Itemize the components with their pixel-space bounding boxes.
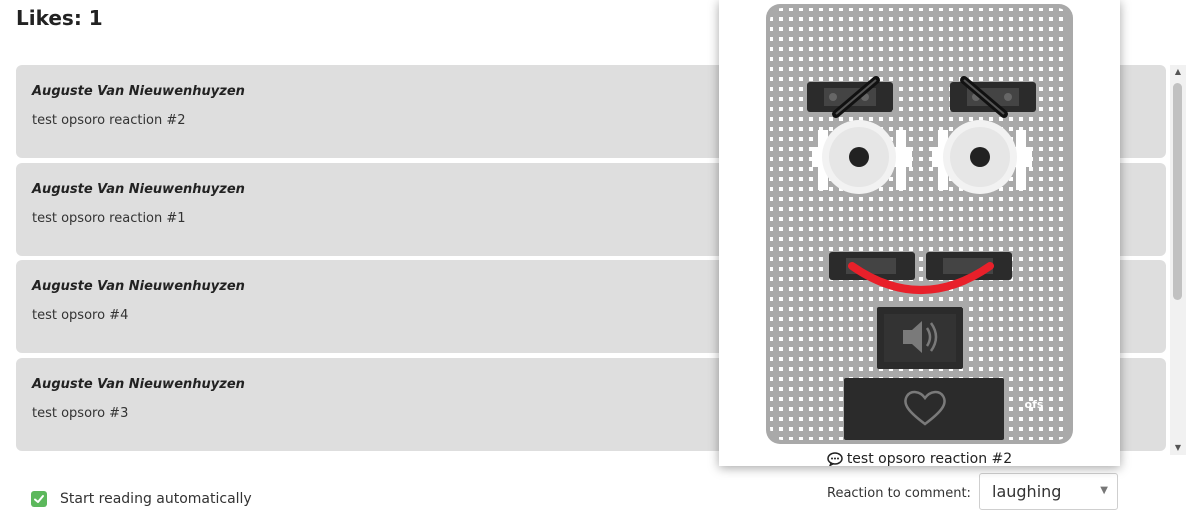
likes-count: Likes: 1: [16, 6, 103, 30]
checkmark-icon: [34, 495, 44, 503]
popup-caption: test opsoro reaction #2: [719, 451, 1120, 467]
scrollbar-thumb[interactable]: [1173, 83, 1182, 300]
reaction-selected-value: laughing: [992, 482, 1062, 501]
chevron-down-icon: ▼: [1100, 485, 1108, 496]
comment-list-scrollbar[interactable]: ▲ ▼: [1170, 65, 1186, 455]
scroll-down-icon[interactable]: ▼: [1170, 441, 1186, 455]
left-eye: [812, 120, 912, 194]
scroll-up-icon[interactable]: ▲: [1170, 65, 1186, 79]
left-eyebrow: [807, 76, 893, 118]
logo-mark: ofs: [1025, 398, 1044, 411]
right-eye: [932, 120, 1032, 194]
speech-bubble-icon: [827, 452, 843, 466]
auto-read-checkbox[interactable]: [31, 491, 47, 507]
reaction-select[interactable]: laughing ▼: [979, 473, 1118, 510]
caption-text: test opsoro reaction #2: [846, 451, 1013, 467]
right-eyebrow: [950, 76, 1036, 118]
auto-read-toggle[interactable]: Start reading automatically: [31, 491, 252, 507]
auto-read-label: Start reading automatically: [60, 491, 252, 507]
robot-face-illustration: ofs: [766, 4, 1073, 444]
robot-preview-popup: ofs test opsoro reaction #2: [719, 0, 1120, 467]
reaction-label: Reaction to comment:: [827, 486, 971, 501]
speaker-module: [877, 307, 963, 369]
